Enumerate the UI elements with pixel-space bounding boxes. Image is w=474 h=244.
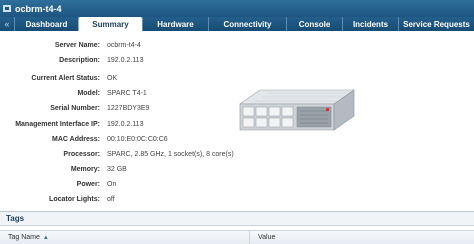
collapse-icon[interactable]: « bbox=[0, 17, 14, 31]
server-name-label: Server Name: bbox=[54, 42, 100, 49]
tab-summary[interactable]: Summary bbox=[78, 17, 142, 31]
tab-connectivity[interactable]: Connectivity bbox=[208, 17, 286, 31]
processor-value: SPARC, 2.85 GHz, 1 socket(s), 8 core(s) bbox=[107, 151, 234, 158]
processor-label: Processor: bbox=[63, 151, 100, 158]
value-column-header[interactable]: Value bbox=[250, 230, 474, 244]
tab-console[interactable]: Console bbox=[286, 17, 342, 31]
processor-row: Processor: SPARC, 2.85 GHz, 1 socket(s),… bbox=[0, 149, 474, 161]
alert-status-row: Current Alert Status: OK bbox=[0, 73, 474, 85]
tag-name-column-header[interactable]: Tag Name ▲ bbox=[0, 230, 250, 244]
summary-panel: Server Name: ocbrm-t4-4 Description: 192… bbox=[0, 31, 474, 212]
server-name-row: Server Name: ocbrm-t4-4 bbox=[0, 40, 474, 52]
locator-row: Locator Lights: off bbox=[0, 194, 474, 206]
tab-hardware[interactable]: Hardware bbox=[142, 17, 208, 31]
power-row: Power: On bbox=[0, 179, 474, 191]
tag-name-column-label: Tag Name bbox=[8, 234, 40, 241]
server-name-value: ocbrm-t4-4 bbox=[107, 42, 141, 49]
tab-bar: « Dashboard Summary Hardware Connectivit… bbox=[0, 17, 474, 31]
mgmt-ip-value: 192.0.2.113 bbox=[107, 121, 144, 128]
alert-status-label: Current Alert Status: bbox=[31, 75, 100, 82]
memory-value: 32 GB bbox=[107, 166, 127, 173]
description-label: Description: bbox=[59, 57, 100, 64]
window-titlebar: ocbrm-t4-4 bbox=[0, 0, 474, 17]
model-value: SPARC T4-1 bbox=[107, 90, 147, 97]
server-icon bbox=[3, 4, 11, 13]
mgmt-ip-row: Management Interface IP: 192.0.2.113 bbox=[0, 119, 474, 131]
mac-row: MAC Address: 00:10:E0:0C:C0:C6 bbox=[0, 134, 474, 146]
window-title: ocbrm-t4-4 bbox=[15, 3, 62, 14]
serial-value: 1227BDY3E9 bbox=[107, 105, 150, 112]
mac-value: 00:10:E0:0C:C0:C6 bbox=[107, 136, 168, 143]
description-row: Description: 192.0.2.113 bbox=[0, 55, 474, 67]
server-image bbox=[239, 89, 355, 131]
memory-row: Memory: 32 GB bbox=[0, 164, 474, 176]
serial-row: Serial Number: 1227BDY3E9 bbox=[0, 103, 474, 115]
locator-label: Locator Lights: bbox=[49, 196, 100, 203]
power-label: Power: bbox=[76, 181, 100, 188]
tags-section-header[interactable]: Tags bbox=[0, 212, 474, 226]
sort-ascending-icon[interactable]: ▲ bbox=[43, 235, 49, 241]
mgmt-ip-label: Management Interface IP: bbox=[15, 121, 100, 128]
locator-value: off bbox=[107, 196, 115, 203]
power-value: On bbox=[107, 181, 117, 188]
serial-label: Serial Number: bbox=[50, 105, 100, 112]
tab-incidents[interactable]: Incidents bbox=[342, 17, 398, 31]
memory-label: Memory: bbox=[70, 166, 100, 173]
model-row: Model: SPARC T4-1 bbox=[0, 88, 474, 100]
alert-status-value: OK bbox=[107, 75, 118, 82]
tab-service-requests[interactable]: Service Requests bbox=[398, 17, 474, 31]
mac-label: MAC Address: bbox=[52, 136, 100, 143]
description-value: 192.0.2.113 bbox=[107, 57, 144, 64]
value-column-label: Value bbox=[258, 234, 276, 241]
tab-dashboard[interactable]: Dashboard bbox=[14, 17, 78, 31]
model-label: Model: bbox=[77, 90, 100, 97]
